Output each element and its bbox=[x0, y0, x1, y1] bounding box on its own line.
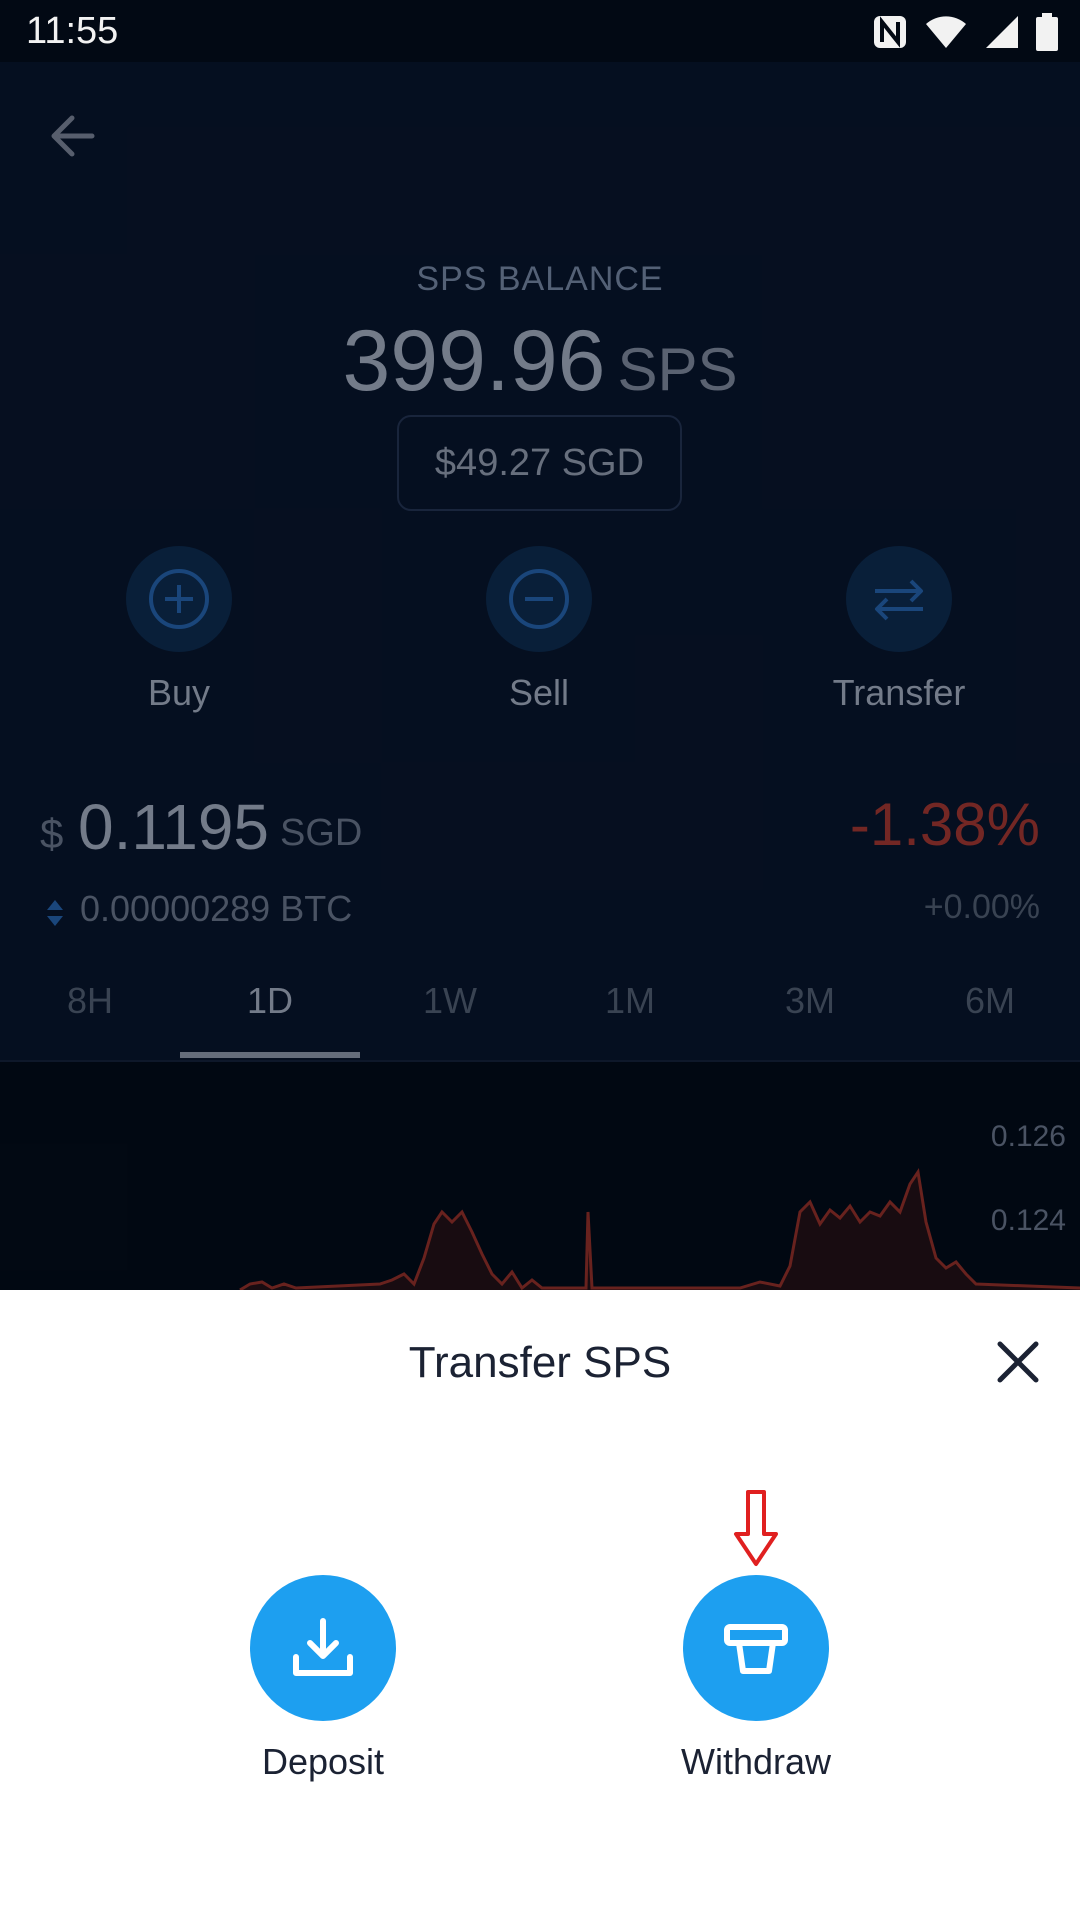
transfer-bottom-sheet: Transfer SPS Deposit Withdraw bbox=[0, 1290, 1080, 1920]
coin-detail-screen: 11:55 SPS BALANCE 399.96SPS $49.27 SGD bbox=[0, 0, 1080, 1920]
close-icon[interactable] bbox=[994, 1338, 1042, 1386]
sheet-title: Transfer SPS bbox=[408, 1338, 672, 1387]
deposit-label: Deposit bbox=[261, 1741, 385, 1782]
deposit-circle bbox=[250, 1575, 396, 1721]
withdraw-label: Withdraw bbox=[680, 1741, 832, 1782]
withdraw-circle bbox=[683, 1575, 829, 1721]
download-tray-icon bbox=[293, 1618, 353, 1676]
modal-backdrop[interactable] bbox=[0, 0, 1080, 1290]
deposit-button[interactable]: Deposit bbox=[198, 1575, 448, 1783]
atm-withdraw-icon bbox=[724, 1624, 788, 1674]
withdraw-button[interactable]: Withdraw bbox=[631, 1575, 881, 1783]
hint-arrow-icon bbox=[734, 1490, 778, 1566]
